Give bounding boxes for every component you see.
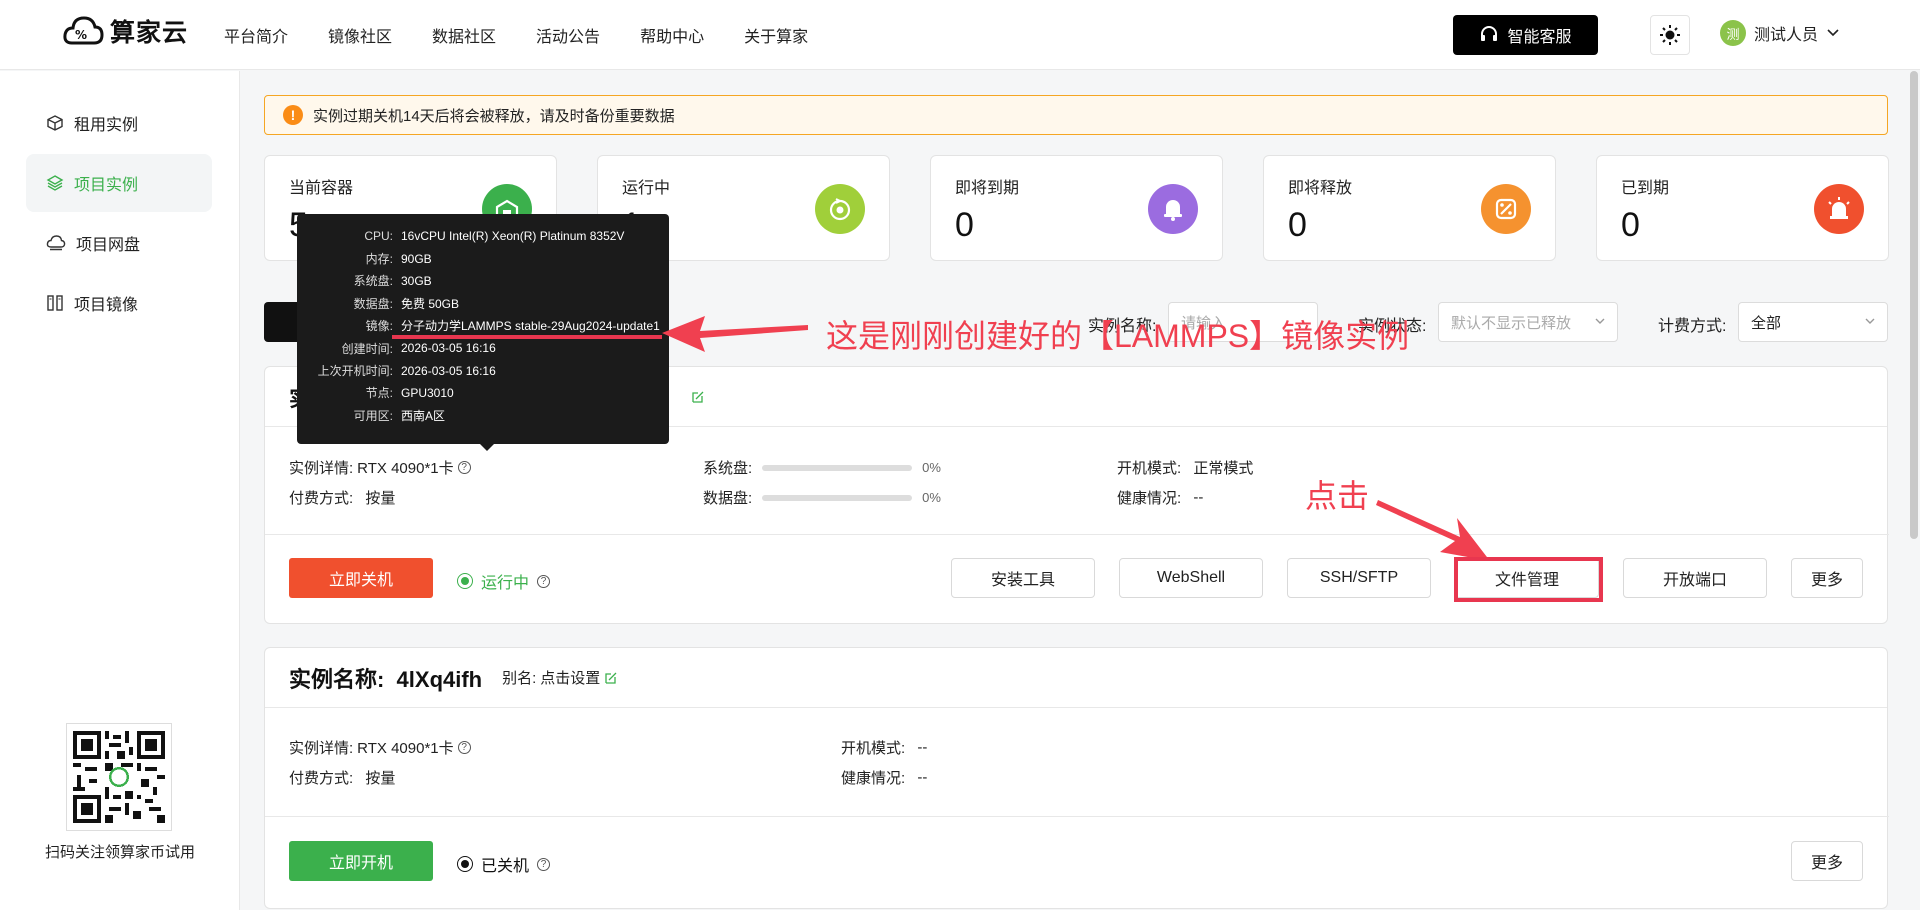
file-manager-highlight bbox=[1454, 557, 1603, 602]
annotation-arrows bbox=[392, 316, 1490, 561]
down-right-arrow-icon bbox=[1376, 500, 1490, 561]
page-scrollbar[interactable] bbox=[1910, 71, 1918, 539]
left-arrow-icon bbox=[662, 316, 808, 352]
annotation-click-text: 点击 bbox=[1305, 478, 1370, 514]
annotation-lammps-text: 这是刚刚创建好的【LAMMPS】镜像实例 bbox=[826, 318, 1410, 354]
